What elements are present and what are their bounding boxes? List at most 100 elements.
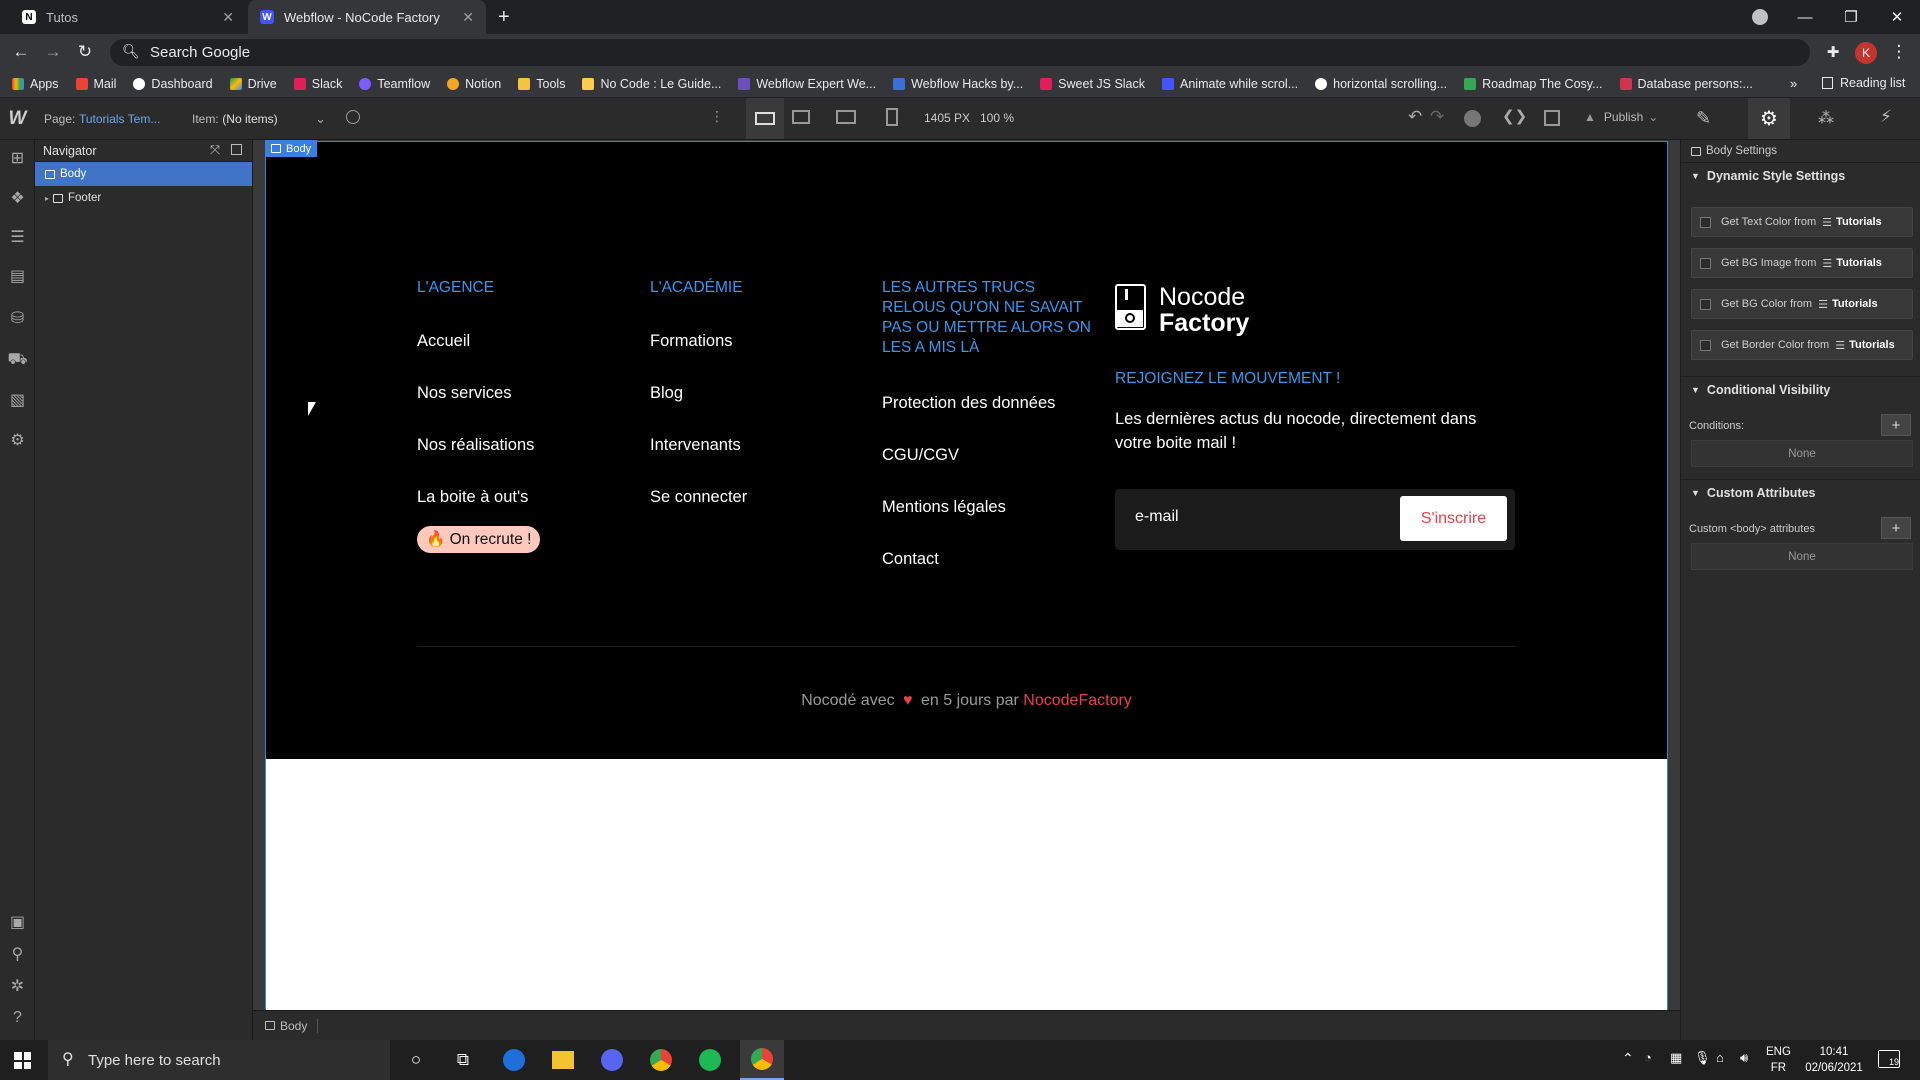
reading-list[interactable]: Reading list	[1822, 76, 1905, 90]
tray-wifi-icon[interactable]: ⌂	[1716, 1050, 1724, 1065]
tray-network-icon[interactable]: ◔	[1644, 1050, 1652, 1065]
clock[interactable]: 10:41 02/06/2021	[1802, 1044, 1866, 1076]
forward-button[interactable]: →	[40, 40, 66, 64]
subscribe-button[interactable]: S'inscrire	[1400, 496, 1507, 541]
bookmark-notion[interactable]: Notion	[447, 77, 501, 91]
footer-link-contact[interactable]: Contact	[882, 550, 939, 569]
style-panel-brush-icon[interactable]: ✎	[1696, 108, 1711, 129]
footer-link-connecter[interactable]: Se connecter	[650, 488, 747, 507]
bookmark-dashboard[interactable]: Dashboard	[133, 77, 213, 91]
section-custom-attributes[interactable]: ▼ Custom Attributes	[1681, 479, 1920, 505]
task-view-icon[interactable]: ⧉	[449, 1046, 477, 1074]
settings-gear-icon[interactable]: ⚙	[1748, 98, 1790, 139]
canvas-width[interactable]: 1405 PX	[924, 111, 970, 125]
cortana-icon[interactable]: ○	[402, 1046, 430, 1074]
canvas-page-body[interactable]: L'AGENCE Accueil Nos services Nos réalis…	[265, 141, 1668, 1011]
section-dynamic-style[interactable]: ▼ Dynamic Style Settings	[1681, 162, 1920, 188]
footer-link-accueil[interactable]: Accueil	[417, 332, 470, 351]
dock-panel-icon[interactable]	[231, 144, 242, 155]
extensions-icon[interactable]: ✚	[1820, 40, 1846, 64]
new-tab-button[interactable]: +	[498, 6, 510, 29]
navigator-icon[interactable]: ☰	[8, 227, 27, 246]
footer-link-blog[interactable]: Blog	[650, 384, 683, 403]
add-condition-button[interactable]: +	[1881, 414, 1911, 436]
canvas-zoom[interactable]: 100 %	[980, 111, 1014, 125]
publish-button[interactable]: ▲ Publish ⌄	[1584, 110, 1658, 124]
checkbox[interactable]	[1700, 339, 1711, 351]
email-input[interactable]: e-mail	[1135, 508, 1179, 526]
tray-mic-icon[interactable]: 🎙︎	[1694, 1050, 1711, 1066]
footer-link-realisations[interactable]: Nos réalisations	[417, 436, 534, 455]
symbols-icon[interactable]: ❖	[8, 188, 27, 207]
audit-icon[interactable]: ▣	[8, 912, 27, 931]
tab-tutos[interactable]: N Tutos ✕	[10, 0, 246, 34]
file-explorer-icon[interactable]	[552, 1051, 574, 1069]
notifications-icon[interactable]: 19	[1878, 1050, 1900, 1068]
redo-icon[interactable]: ↷	[1430, 107, 1444, 127]
footer-link-services[interactable]: Nos services	[417, 384, 511, 403]
interactions-bolt-icon[interactable]: ⚡︎	[1880, 107, 1892, 127]
breakpoint-mobile-icon[interactable]	[886, 108, 898, 126]
more-options-icon[interactable]: ⋮	[710, 108, 724, 125]
footer-link-cgu[interactable]: CGU/CGV	[882, 446, 959, 465]
bookmark-webflow-expert[interactable]: Webflow Expert We...	[738, 77, 876, 91]
bookmark-webflow-hacks[interactable]: Webflow Hacks by...	[893, 77, 1023, 91]
bookmark-tools[interactable]: Tools	[518, 77, 565, 91]
comments-icon[interactable]	[1464, 110, 1481, 127]
bookmark-teamflow[interactable]: Teamflow	[359, 77, 430, 91]
close-navigator-icon[interactable]: ⤧	[210, 143, 220, 158]
close-icon[interactable]: ✕	[222, 9, 234, 26]
tutorials-icon[interactable]: ✲	[8, 976, 27, 995]
code-icon[interactable]: ❮❯	[1502, 107, 1527, 125]
spotify-icon[interactable]	[699, 1049, 721, 1071]
bookmark-sweet-js[interactable]: Sweet JS Slack	[1040, 77, 1145, 91]
hiring-badge[interactable]: 🔥 On recrute !	[417, 526, 541, 553]
style-manager-drops-icon[interactable]: ⁂	[1818, 108, 1834, 128]
bookmark-database[interactable]: Database persons:...	[1619, 77, 1753, 91]
discord-icon[interactable]	[601, 1049, 623, 1071]
breakpoint-desktop-icon[interactable]	[792, 110, 810, 124]
export-icon[interactable]	[1544, 110, 1560, 126]
navigator-item-footer[interactable]: ▸ Footer	[35, 186, 252, 210]
bookmark-apps[interactable]: Apps	[12, 77, 59, 91]
language-indicator[interactable]: ENG FR	[1766, 1044, 1791, 1076]
tray-chevron-icon[interactable]: ⌃	[1622, 1050, 1634, 1067]
pages-icon[interactable]: ▤	[8, 266, 27, 285]
reload-button[interactable]: ↻	[72, 40, 98, 64]
tab-webflow[interactable]: W Webflow - NoCode Factory ✕	[248, 0, 486, 34]
bookmark-roadmap[interactable]: Roadmap The Cosy...	[1464, 77, 1603, 91]
breakpoint-desktop-plus-icon[interactable]	[746, 98, 784, 139]
breadcrumb-item-body[interactable]: Body	[265, 1018, 319, 1033]
tray-volume-icon[interactable]: 🔊︎	[1740, 1050, 1748, 1066]
menu-icon[interactable]: ⋮	[1886, 40, 1912, 64]
app-icon-1[interactable]	[503, 1049, 525, 1071]
tray-keyboard-icon[interactable]: ▦	[1670, 1050, 1682, 1066]
ecommerce-cart-icon[interactable]: ⛟	[7, 350, 27, 369]
dynamic-border-color-row[interactable]: Get Border Color from ☰ Tutorials	[1691, 330, 1913, 360]
page-selector[interactable]: Page: Tutorials Tem...	[44, 111, 160, 126]
profile-avatar[interactable]: K	[1855, 42, 1877, 64]
close-icon[interactable]: ✕	[462, 9, 474, 26]
dynamic-bg-color-row[interactable]: Get BG Color from ☰ Tutorials	[1691, 289, 1913, 319]
undo-icon[interactable]: ↶	[1408, 107, 1422, 127]
selected-element-tag[interactable]: Body	[265, 140, 318, 157]
caret-right-icon[interactable]: ▸	[45, 194, 49, 203]
back-button[interactable]: ←	[8, 40, 34, 64]
taskbar-search[interactable]: ⚲ Type here to search	[48, 1040, 390, 1080]
bookmark-nocode-guide[interactable]: No Code : Le Guide...	[582, 77, 721, 91]
bookmark-drive[interactable]: Drive	[229, 77, 277, 91]
bookmark-horizontal[interactable]: horizontal scrolling...	[1315, 77, 1447, 91]
footer-link-boite[interactable]: La boite à out's	[417, 488, 528, 507]
checkbox[interactable]	[1700, 298, 1711, 310]
minimize-button[interactable]: —	[1782, 0, 1828, 34]
webflow-logo-icon[interactable]: W	[0, 98, 35, 140]
dynamic-text-color-row[interactable]: Get Text Color from ☰ Tutorials	[1691, 207, 1913, 237]
item-selector[interactable]: Item: (No items) ⌄	[192, 111, 326, 126]
footer-link-mentions[interactable]: Mentions légales	[882, 498, 1006, 517]
section-conditional-visibility[interactable]: ▼ Conditional Visibility	[1681, 376, 1920, 402]
checkbox[interactable]	[1700, 216, 1711, 228]
checkbox[interactable]	[1700, 257, 1711, 269]
address-bar[interactable]: 🔍︎ Search Google	[110, 39, 1810, 66]
footer-link-intervenants[interactable]: Intervenants	[650, 436, 741, 455]
bookmarks-overflow[interactable]: »	[1790, 76, 1797, 91]
